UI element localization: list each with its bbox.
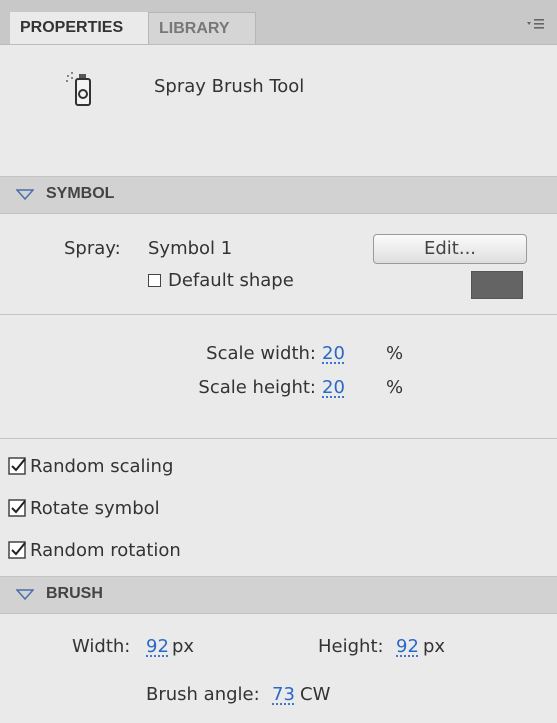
scale-width-label: Scale width: [206,343,316,364]
brush-angle-value[interactable]: 73 [272,684,295,705]
tool-name: Spray Brush Tool [154,76,305,97]
panel-tab-bar: PROPERTIES LIBRARY [0,0,557,45]
tab-properties[interactable]: PROPERTIES [10,12,148,44]
brush-height-label: Height: [318,636,384,657]
collapse-triangle-icon[interactable] [16,589,34,601]
brush-width-unit: px [172,636,195,657]
scale-height-label: Scale height: [198,377,316,398]
brush-section-title: BRUSH [46,585,103,602]
spray-symbol-name: Symbol 1 [148,238,233,259]
random-scaling-label: Random scaling [30,456,174,477]
scale-width-value[interactable]: 20 [322,343,345,364]
tab-library[interactable]: LIBRARY [148,12,256,44]
brush-height-unit: px [423,636,446,657]
brush-width-value[interactable]: 92 [146,636,169,657]
collapse-triangle-icon[interactable] [16,189,34,201]
spray-label: Spray: [64,238,121,259]
divider [0,314,557,315]
spray-can-icon [66,72,91,106]
color-swatch[interactable] [471,271,523,299]
random-rotation-checkbox[interactable] [8,541,26,559]
rotate-symbol-checkbox[interactable] [8,499,26,517]
brush-angle-label: Brush angle: [146,684,260,705]
divider [0,438,557,439]
scale-width-unit: % [386,343,404,364]
panel-menu-icon[interactable] [525,14,545,34]
default-shape-checkbox[interactable] [148,274,161,287]
symbol-section-header[interactable]: SYMBOL [0,176,557,214]
random-rotation-label: Random rotation [30,540,181,561]
brush-height-value[interactable]: 92 [396,636,419,657]
edit-symbol-button[interactable]: Edit... [373,234,527,264]
scale-height-value[interactable]: 20 [322,377,345,398]
scale-height-unit: % [386,377,404,398]
brush-section-header[interactable]: BRUSH [0,576,557,614]
brush-width-label: Width: [72,636,131,657]
random-scaling-checkbox[interactable] [8,457,26,475]
brush-angle-unit: CW [300,684,331,705]
symbol-section-title: SYMBOL [46,185,115,202]
rotate-symbol-label: Rotate symbol [30,498,160,519]
default-shape-label: Default shape [168,270,294,291]
